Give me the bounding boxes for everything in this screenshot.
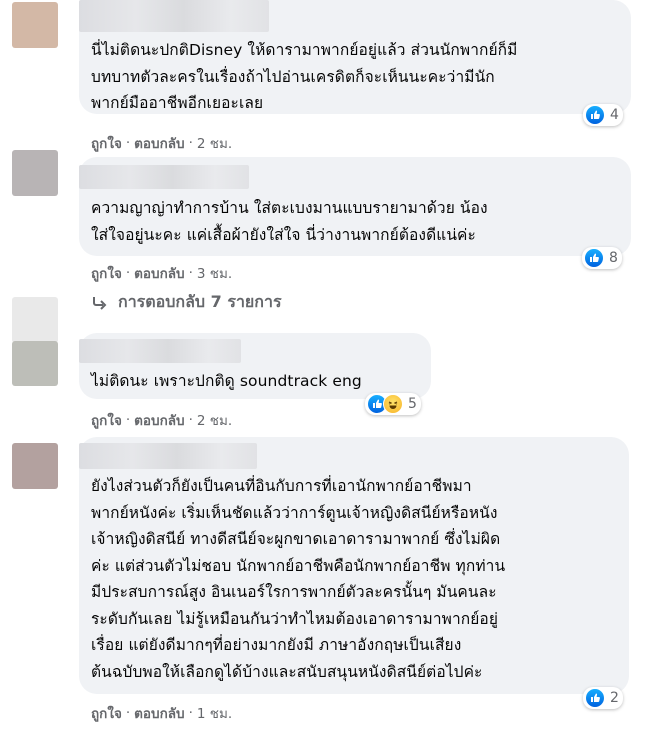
reaction-count: 2 [610,690,619,706]
comment-text: ความญาญ่าทำการบ้าน ใส่ตะเบงมานแบบรายามาด… [91,199,488,244]
like-button[interactable]: ถูกใจ [91,409,122,431]
comment-bubble: ยังไงส่วนตัวก็ยังเป็นคนที่อินกับการที่เอ… [79,437,629,709]
like-button[interactable]: ถูกใจ [91,262,122,284]
reply-button[interactable]: ตอบกลับ [134,132,184,154]
reaction-count: 5 [408,396,417,412]
avatar[interactable] [12,2,58,48]
reaction-count: 8 [609,250,618,266]
author-name-blurred[interactable] [79,339,241,363]
reply-button[interactable]: ตอบกลับ [134,262,184,284]
comment-text: ไม่ติดนะ เพราะปกติดู soundtrack eng [91,372,362,390]
reply-arrow-icon [93,296,107,310]
haha-reaction-icon [383,394,403,414]
author-name-blurred[interactable] [79,0,269,32]
reply-button[interactable]: ตอบกลับ [134,409,184,431]
reaction-summary[interactable]: 2 [583,687,623,709]
like-button[interactable]: ถูกใจ [91,132,122,154]
avatar[interactable] [12,297,58,343]
comment-actions: ถูกใจ · ตอบกลับ · 2 ชม. [91,132,232,154]
separator-dot: · [188,705,193,721]
view-replies-label: การตอบกลับ 7 รายการ [118,292,282,311]
separator-dot: · [188,412,193,428]
timestamp[interactable]: 2 ชม. [197,409,232,431]
like-reaction-icon [584,248,604,268]
separator-dot: · [125,412,131,428]
reaction-summary[interactable]: 4 [583,104,623,126]
comment-text: ยังไงส่วนตัวก็ยังเป็นคนที่อินกับการที่เอ… [91,477,506,681]
separator-dot: · [125,135,131,151]
reaction-count: 4 [610,107,619,123]
avatar[interactable] [12,341,58,386]
reaction-summary[interactable]: 8 [582,247,622,269]
like-reaction-icon [585,688,605,708]
separator-dot: · [125,265,131,281]
separator-dot: · [188,265,193,281]
comment-actions: ถูกใจ · ตอบกลับ · 1 ชม. [91,702,232,724]
author-name-blurred[interactable] [79,165,249,189]
separator-dot: · [188,135,193,151]
timestamp[interactable]: 3 ชม. [197,262,232,284]
timestamp[interactable]: 1 ชม. [197,702,232,724]
like-reaction-icon [585,105,605,125]
avatar[interactable] [12,150,58,196]
comment-actions: ถูกใจ · ตอบกลับ · 3 ชม. [91,262,232,284]
separator-dot: · [125,705,131,721]
reaction-summary[interactable]: 5 [365,393,421,415]
avatar[interactable] [12,443,58,489]
author-name-blurred[interactable] [79,443,257,469]
comment-text: นี่ไม่ติดนะปกติDisney ให้ดารามาพากย์อยู่… [91,41,518,112]
comment-bubble: ไม่ติดนะ เพราะปกติดู soundtrack eng 5 [79,333,431,415]
view-replies-link[interactable]: การตอบกลับ 7 รายการ [92,290,282,315]
timestamp[interactable]: 2 ชม. [197,132,232,154]
comment-bubble: นี่ไม่ติดนะปกติDisney ให้ดารามาพากย์อยู่… [79,0,631,126]
reply-button[interactable]: ตอบกลับ [134,702,184,724]
comment-actions: ถูกใจ · ตอบกลับ · 2 ชม. [91,409,232,431]
comment-bubble: ความญาญ่าทำการบ้าน ใส่ตะเบงมานแบบรายามาด… [79,157,631,269]
like-button[interactable]: ถูกใจ [91,702,122,724]
